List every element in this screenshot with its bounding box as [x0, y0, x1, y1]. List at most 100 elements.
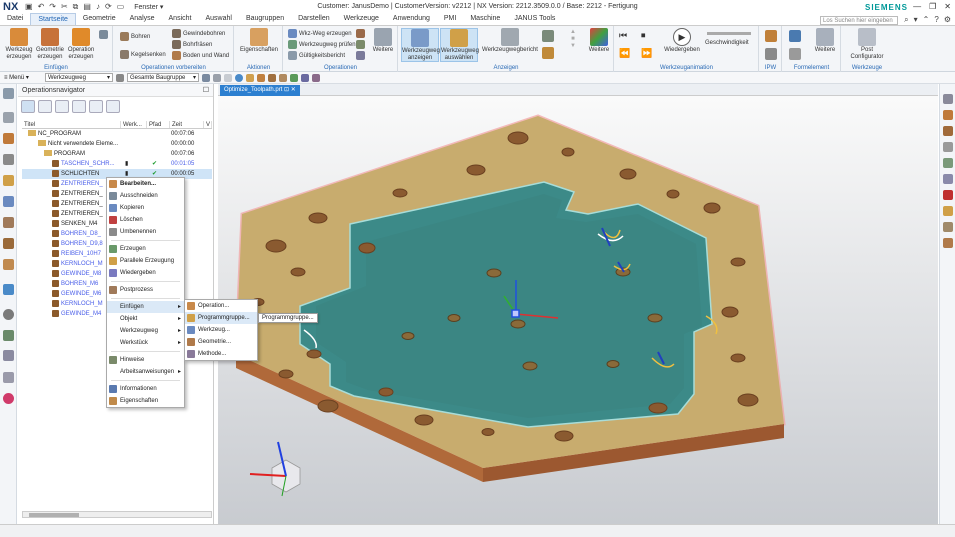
window-switch-icon[interactable]: ▭ — [117, 2, 125, 12]
help-icon[interactable]: ? — [934, 15, 938, 25]
scrollbar-thumb[interactable] — [29, 513, 79, 517]
tab-werkzeuge[interactable]: Werkzeuge — [337, 13, 386, 25]
context-item-bearbeiten[interactable]: Bearbeiten... — [107, 178, 184, 190]
col-v[interactable]: V — [204, 121, 212, 128]
context-item-kopieren[interactable]: Kopieren — [107, 202, 184, 214]
system-materials-icon[interactable] — [3, 350, 14, 361]
rewind-icon[interactable]: ⏮ — [619, 30, 627, 41]
close-icon[interactable]: ✕ — [944, 2, 951, 11]
search-icon[interactable]: ⌕ — [904, 15, 908, 25]
filter-icon[interactable] — [116, 73, 124, 82]
context-item-objekt[interactable]: Objekt ▸ — [107, 313, 184, 325]
command-search-input[interactable]: Los Suchen hier eingeben — [820, 16, 898, 25]
context-item-löschen[interactable]: Löschen — [107, 214, 184, 226]
ops-tool-2[interactable] — [356, 40, 365, 49]
reuse-library-icon[interactable] — [3, 238, 14, 249]
horizontal-scrollbar[interactable] — [22, 511, 212, 518]
tab-auswahl[interactable]: Auswahl — [198, 13, 238, 25]
section-icon[interactable] — [943, 158, 953, 168]
drill-button[interactable]: Bohren — [120, 32, 150, 41]
roles-icon[interactable] — [3, 330, 14, 341]
display-part-icon[interactable] — [943, 110, 953, 120]
part-navigator-icon[interactable] — [3, 112, 14, 123]
tab-janus-tools[interactable]: JANUS Tools — [507, 13, 562, 25]
tab-close-icon[interactable]: ✕ — [291, 87, 296, 93]
table-row[interactable]: TASCHEN_SCHR... ▮ ✔ 00:01:05 — [22, 159, 212, 169]
context-item-werkstück[interactable]: Werkstück ▸ — [107, 337, 184, 349]
help-circle-icon[interactable] — [3, 393, 14, 404]
context-item-ausschneiden[interactable]: Ausschneiden — [107, 190, 184, 202]
window-menu[interactable]: Fenster ▾ — [134, 3, 163, 11]
col-time[interactable]: Zeit — [170, 121, 204, 128]
tool-library-icon[interactable] — [3, 259, 14, 270]
create-tool-button[interactable]: Werkzeug erzeugen — [4, 28, 34, 61]
verify-toolpath-button[interactable]: Werkzeugweg prüfen — [288, 40, 356, 49]
tab-darstellen[interactable]: Darstellen — [291, 13, 337, 25]
process-studio-icon[interactable] — [3, 372, 14, 383]
settings-icon[interactable]: ⚙ — [944, 15, 951, 25]
copy-icon[interactable]: ⧉ — [73, 2, 79, 12]
tab-datei[interactable]: Datei — [0, 13, 30, 25]
sketch-icon[interactable] — [943, 190, 953, 200]
type-filter-dropdown[interactable]: Werkzeugweg — [45, 73, 113, 82]
geometry-view-icon[interactable] — [55, 100, 69, 113]
minimize-icon[interactable]: — — [913, 2, 921, 11]
repeat-icon[interactable]: ⟳ — [105, 2, 112, 12]
remove-icon[interactable] — [106, 100, 120, 113]
snap-icon-2[interactable] — [213, 73, 221, 82]
properties-button[interactable]: Eigenschaften — [238, 28, 280, 54]
note-icon[interactable] — [943, 174, 953, 184]
submenu-item-methode[interactable]: Methode... — [185, 348, 257, 360]
tool-icon-right[interactable] — [943, 222, 953, 232]
context-item-postprozess[interactable]: Postprozess — [107, 284, 184, 296]
context-item-umbenennen[interactable]: Umbenennen — [107, 226, 184, 238]
ops-tool-3[interactable] — [356, 51, 365, 60]
generate-toolpath-button[interactable]: Wkz-Weg erzeugen — [288, 29, 352, 38]
undo-icon[interactable]: ↶ — [38, 2, 45, 12]
view-icon-1[interactable] — [290, 73, 298, 82]
machine-tool-navigator-icon[interactable] — [3, 196, 14, 207]
display-tool-2[interactable] — [542, 47, 554, 59]
method-view-icon[interactable] — [72, 100, 86, 113]
table-row[interactable]: PROGRAM 00:07:06 — [22, 149, 212, 159]
cut-icon[interactable]: ✂ — [61, 2, 68, 12]
snap-icon-4[interactable] — [246, 73, 254, 82]
maximize-panel-icon[interactable]: ☐ — [203, 84, 209, 97]
redo-icon[interactable]: ↷ — [49, 2, 56, 12]
tab-pmi[interactable]: PMI — [437, 13, 463, 25]
web-browser-icon[interactable] — [3, 284, 14, 295]
feature-2-icon[interactable] — [789, 48, 801, 60]
submenu-item-werkzeug[interactable]: Werkzeug... — [185, 324, 257, 336]
paste-icon[interactable]: ▤ — [83, 2, 91, 12]
add-icon[interactable] — [89, 100, 103, 113]
feature-more-button[interactable]: Weitere — [811, 28, 839, 54]
operation-navigator-icon[interactable] — [3, 175, 14, 186]
tab-optimize-toolpath[interactable]: Optimize_Toolpath.prt ⊡ ✕ — [220, 85, 300, 96]
context-item-erzeugen[interactable]: Erzeugen — [107, 243, 184, 255]
ribbon-options-icon[interactable]: ▾ — [914, 15, 918, 25]
toolpath-report-button[interactable]: Werkzeugwegbericht — [482, 28, 538, 54]
view-icon-3[interactable] — [312, 73, 320, 82]
create-operation-button[interactable]: Operation erzeugen — [66, 28, 96, 61]
measure-icon[interactable] — [943, 142, 953, 152]
constraint-navigator-icon[interactable] — [3, 154, 14, 165]
tab-maschine[interactable]: Maschine — [463, 13, 507, 25]
tab-ansicht[interactable]: Ansicht — [162, 13, 199, 25]
selection-circle-icon[interactable] — [235, 73, 243, 82]
part-model[interactable] — [218, 96, 938, 524]
ipw-icon-right[interactable] — [943, 238, 953, 248]
scope-dropdown[interactable]: Gesamte Baugruppe — [127, 73, 199, 82]
restore-icon[interactable]: ❐ — [929, 2, 936, 11]
snap-icon-1[interactable] — [202, 73, 210, 82]
ipw-icon[interactable] — [765, 30, 777, 42]
tab-anwendung[interactable]: Anwendung — [386, 13, 437, 25]
tab-baugruppen[interactable]: Baugruppen — [239, 13, 291, 25]
display-more-button[interactable]: Weitere — [585, 28, 613, 54]
history-icon[interactable] — [3, 309, 14, 320]
speed-slider[interactable] — [707, 32, 751, 35]
col-title[interactable]: Titel — [22, 121, 121, 128]
feature-navigator-icon[interactable] — [3, 217, 14, 228]
ipw-settings-icon[interactable] — [765, 48, 777, 60]
assembly-navigator-icon[interactable] — [3, 133, 14, 144]
submenu-item-programmgruppe[interactable]: Programmgruppe... — [185, 312, 257, 324]
